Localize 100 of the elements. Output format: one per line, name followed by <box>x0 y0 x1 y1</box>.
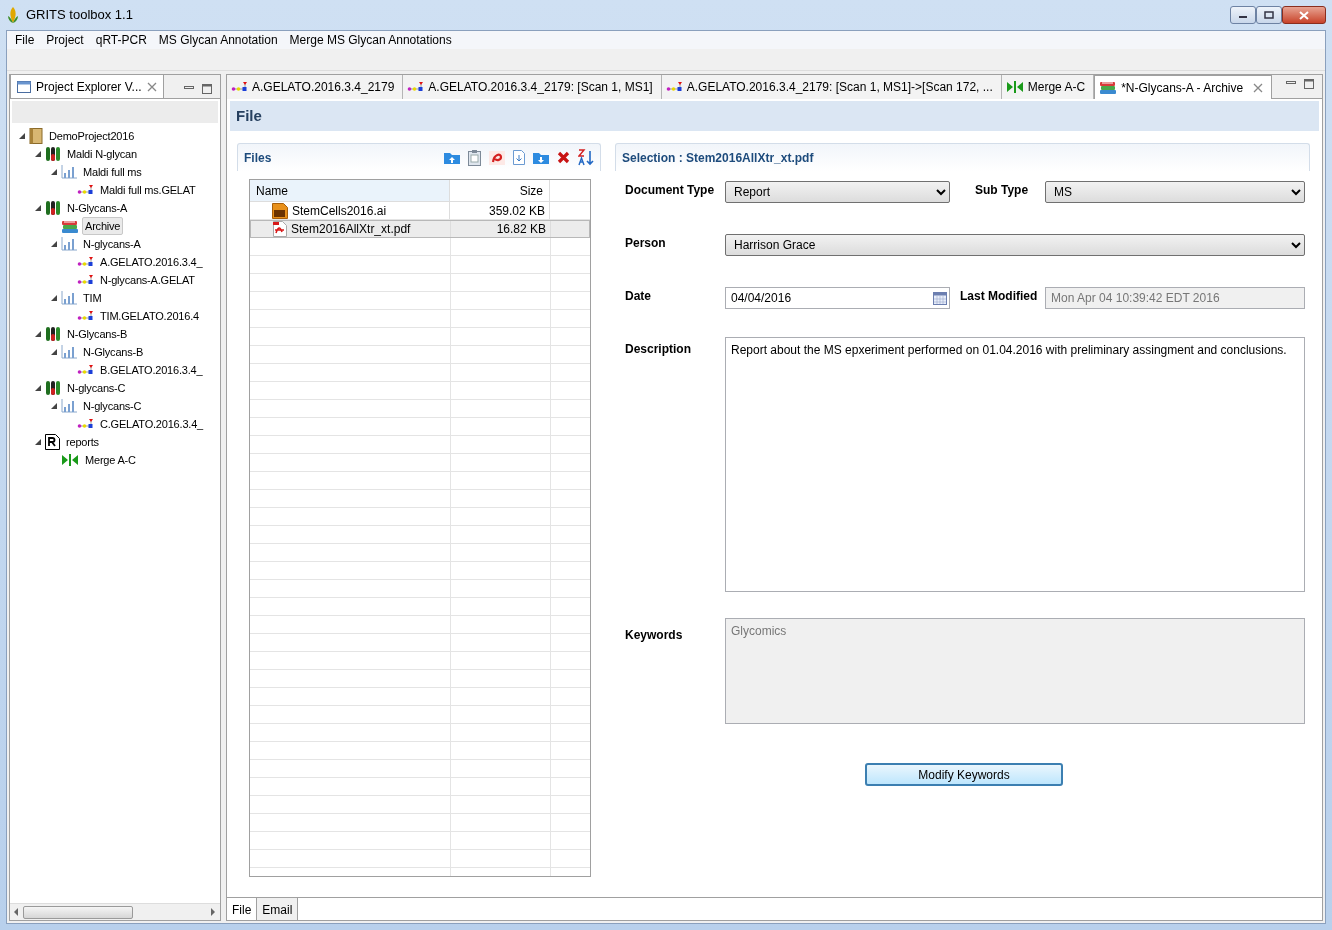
tree-item[interactable]: N-Glycans-B <box>64 324 131 344</box>
date-input[interactable]: 04/04/2016 <box>731 289 921 307</box>
notebook-icon <box>29 128 43 144</box>
file-name[interactable]: StemCells2016.ai <box>292 201 387 220</box>
column-header[interactable]: Size <box>450 180 550 201</box>
maximize-icon[interactable] <box>202 84 212 94</box>
description-field[interactable]: Report about the MS epxeriment performed on 01.04.2016 with preliminary assingment and conclusions. <box>725 337 1305 592</box>
glycan-icon <box>231 81 248 93</box>
folder-download-icon[interactable] <box>533 151 549 164</box>
editor-tab[interactable]: Merge A-C <box>1001 75 1095 99</box>
section-title: Selection : Stem2016AllXtr_xt.pdf <box>622 149 814 167</box>
file-name[interactable]: Stem2016AllXtr_xt.pdf <box>291 220 411 238</box>
merge-arrows-icon <box>61 453 79 467</box>
download-file-icon[interactable] <box>513 150 525 165</box>
close-button[interactable] <box>1282 6 1326 24</box>
app-icon <box>6 6 20 24</box>
field-label: Sub Type <box>975 182 1030 199</box>
tree-item[interactable]: A.GELATO.2016.3.4_ <box>97 252 206 272</box>
tree-item[interactable]: N-Glycans-B <box>80 342 147 362</box>
tree-item[interactable]: N-glycans-A.GELAT <box>97 270 198 290</box>
clipboard-icon[interactable] <box>468 149 481 166</box>
tree-item[interactable]: reports <box>63 432 102 452</box>
bottom-tab[interactable]: Email <box>257 898 299 920</box>
scroll-left-icon[interactable] <box>14 908 19 916</box>
close-icon <box>1253 82 1264 93</box>
test-tubes-icon <box>45 146 61 162</box>
glycan-icon <box>77 364 94 376</box>
collapse-triangle-icon[interactable] <box>50 348 58 356</box>
tree-item[interactable]: N-glycans-C <box>80 396 145 416</box>
tree-item[interactable]: N-glycans-A <box>80 234 144 254</box>
maximize-icon <box>1304 79 1314 89</box>
acrobat-icon[interactable] <box>489 150 505 165</box>
modify-keywords-button[interactable]: Modify Keywords <box>865 763 1063 786</box>
column-header[interactable]: Name <box>250 180 450 201</box>
close-icon[interactable] <box>146 81 157 92</box>
dropdown[interactable]: Report <box>725 181 950 203</box>
menu-item[interactable]: Merge MS Glycan Annotations <box>283 31 458 49</box>
glycan-icon <box>77 256 94 268</box>
dropdown[interactable]: MS <box>1045 181 1305 203</box>
dropdown[interactable]: Harrison Grace <box>725 234 1305 256</box>
report-icon <box>45 434 60 450</box>
field-label: Date <box>625 288 652 305</box>
collapse-triangle-icon[interactable] <box>50 402 58 410</box>
file-size: 359.02 KB <box>488 202 545 220</box>
field-label: Description <box>625 341 692 358</box>
tree-item[interactable]: C.GELATO.2016.3.4_ <box>97 414 206 434</box>
books-icon <box>1099 80 1118 95</box>
collapse-triangle-icon[interactable] <box>50 294 58 302</box>
collapse-triangle-icon[interactable] <box>18 132 26 140</box>
pdf-file-icon <box>273 221 287 237</box>
window-title: GRITS toolbox 1.1 <box>26 6 133 25</box>
tree-item[interactable]: TIM.GELATO.2016.4 <box>97 306 202 326</box>
minimize-button[interactable] <box>1230 6 1256 24</box>
tree-item[interactable]: DemoProject2016 <box>46 126 138 146</box>
tree-item[interactable]: Maldi full ms <box>80 162 145 182</box>
bar-chart-icon <box>61 165 77 179</box>
sort-icon[interactable] <box>578 149 594 166</box>
books-icon <box>61 218 79 234</box>
menu-item[interactable]: File <box>9 31 41 49</box>
test-tubes-icon <box>45 380 61 396</box>
menu-item[interactable]: qRT-PCR <box>89 31 153 49</box>
merge-arrows-icon <box>1005 80 1024 94</box>
collapse-triangle-icon[interactable] <box>34 438 42 446</box>
editor-tab[interactable]: A.GELATO.2016.3.4_2179: [Scan 1, MS1]->[Scan 172, ... <box>661 75 1002 99</box>
tree-item[interactable]: Maldi full ms.GELAT <box>97 180 199 200</box>
maximize-icon <box>1264 11 1274 19</box>
collapse-triangle-icon[interactable] <box>34 384 42 392</box>
calendar-icon <box>933 291 947 305</box>
tree-item[interactable]: B.GELATO.2016.3.4_ <box>97 360 206 380</box>
tree-item[interactable]: Archive <box>82 216 124 236</box>
tree-item[interactable]: TIM <box>80 288 105 308</box>
glycan-icon <box>407 81 425 93</box>
date-field[interactable]: 04/04/2016 <box>725 287 950 309</box>
collapse-triangle-icon[interactable] <box>34 150 42 158</box>
tree-item[interactable]: Merge A-C <box>82 450 139 470</box>
scroll-right-icon[interactable] <box>211 908 216 916</box>
collapse-triangle-icon[interactable] <box>50 240 58 248</box>
field-label: Keywords <box>625 627 684 644</box>
field-label: Last Modified <box>960 288 1039 305</box>
horizontal-scrollbar[interactable] <box>10 903 220 920</box>
maximize-button[interactable] <box>1256 6 1282 24</box>
collapse-triangle-icon[interactable] <box>34 330 42 338</box>
menu-item[interactable]: Project <box>40 31 90 49</box>
tree-item[interactable]: Maldi N-glycan <box>64 144 140 164</box>
menu-item[interactable]: MS Glycan Annotation <box>152 31 284 49</box>
editor-tab[interactable]: *N-Glycans-A - Archive <box>1094 75 1273 99</box>
delete-icon[interactable] <box>557 151 570 164</box>
file-size: 16.82 KB <box>496 221 546 238</box>
tree-item[interactable]: N-Glycans-A <box>64 198 131 218</box>
bar-chart-icon <box>61 291 77 305</box>
tree-item[interactable]: N-glycans-C <box>64 378 129 398</box>
collapse-triangle-icon[interactable] <box>50 168 58 176</box>
illustrator-file-icon <box>272 202 288 219</box>
glycan-icon <box>77 274 94 286</box>
close-icon <box>1299 10 1309 20</box>
glycan-icon <box>77 184 94 196</box>
folder-upload-icon[interactable] <box>444 151 460 164</box>
editor-tab[interactable]: A.GELATO.2016.3.4_2179 <box>227 75 404 99</box>
collapse-triangle-icon[interactable] <box>34 204 42 212</box>
editor-tab[interactable]: A.GELATO.2016.3.4_2179: [Scan 1, MS1] <box>403 75 662 99</box>
